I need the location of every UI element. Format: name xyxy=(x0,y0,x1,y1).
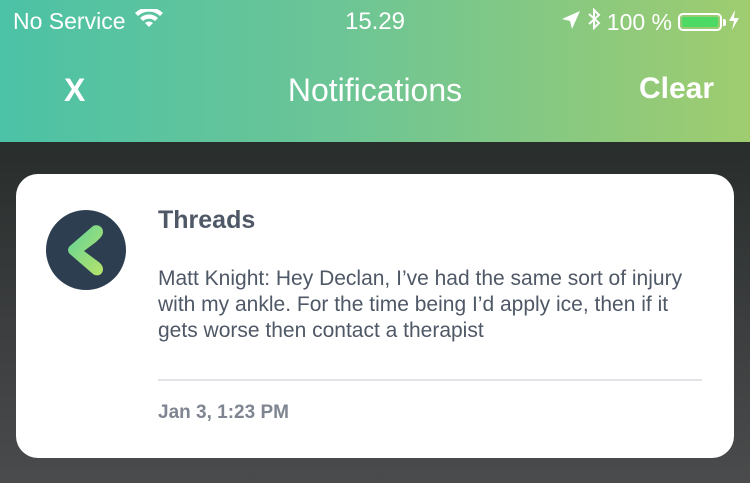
notification-card[interactable]: Threads Matt Knight: Hey Declan, I’ve ha… xyxy=(16,174,734,458)
status-bar: No Service 15.29 100 % xyxy=(0,0,750,40)
battery-percent: 100 % xyxy=(606,8,672,35)
threads-app-icon xyxy=(46,210,126,290)
notification-app-name: Threads xyxy=(158,206,256,234)
battery-tip xyxy=(723,19,726,26)
notification-timestamp: Jan 3, 1:23 PM xyxy=(158,402,289,423)
notification-message: Matt Knight: Hey Declan, I’ve had the sa… xyxy=(158,267,683,342)
navigation-bar: X Notifications Clear xyxy=(0,52,750,132)
location-arrow-icon xyxy=(561,9,581,36)
divider xyxy=(158,379,702,381)
battery-icon xyxy=(678,13,726,31)
clear-button[interactable]: Clear xyxy=(639,72,714,106)
header-bar: No Service 15.29 100 % X Notifications C… xyxy=(0,0,750,142)
battery-fill xyxy=(682,17,718,27)
bluetooth-icon xyxy=(587,7,601,36)
page-title: Notifications xyxy=(287,72,463,108)
status-right: 100 % xyxy=(561,7,740,36)
charging-bolt-icon xyxy=(728,9,740,36)
